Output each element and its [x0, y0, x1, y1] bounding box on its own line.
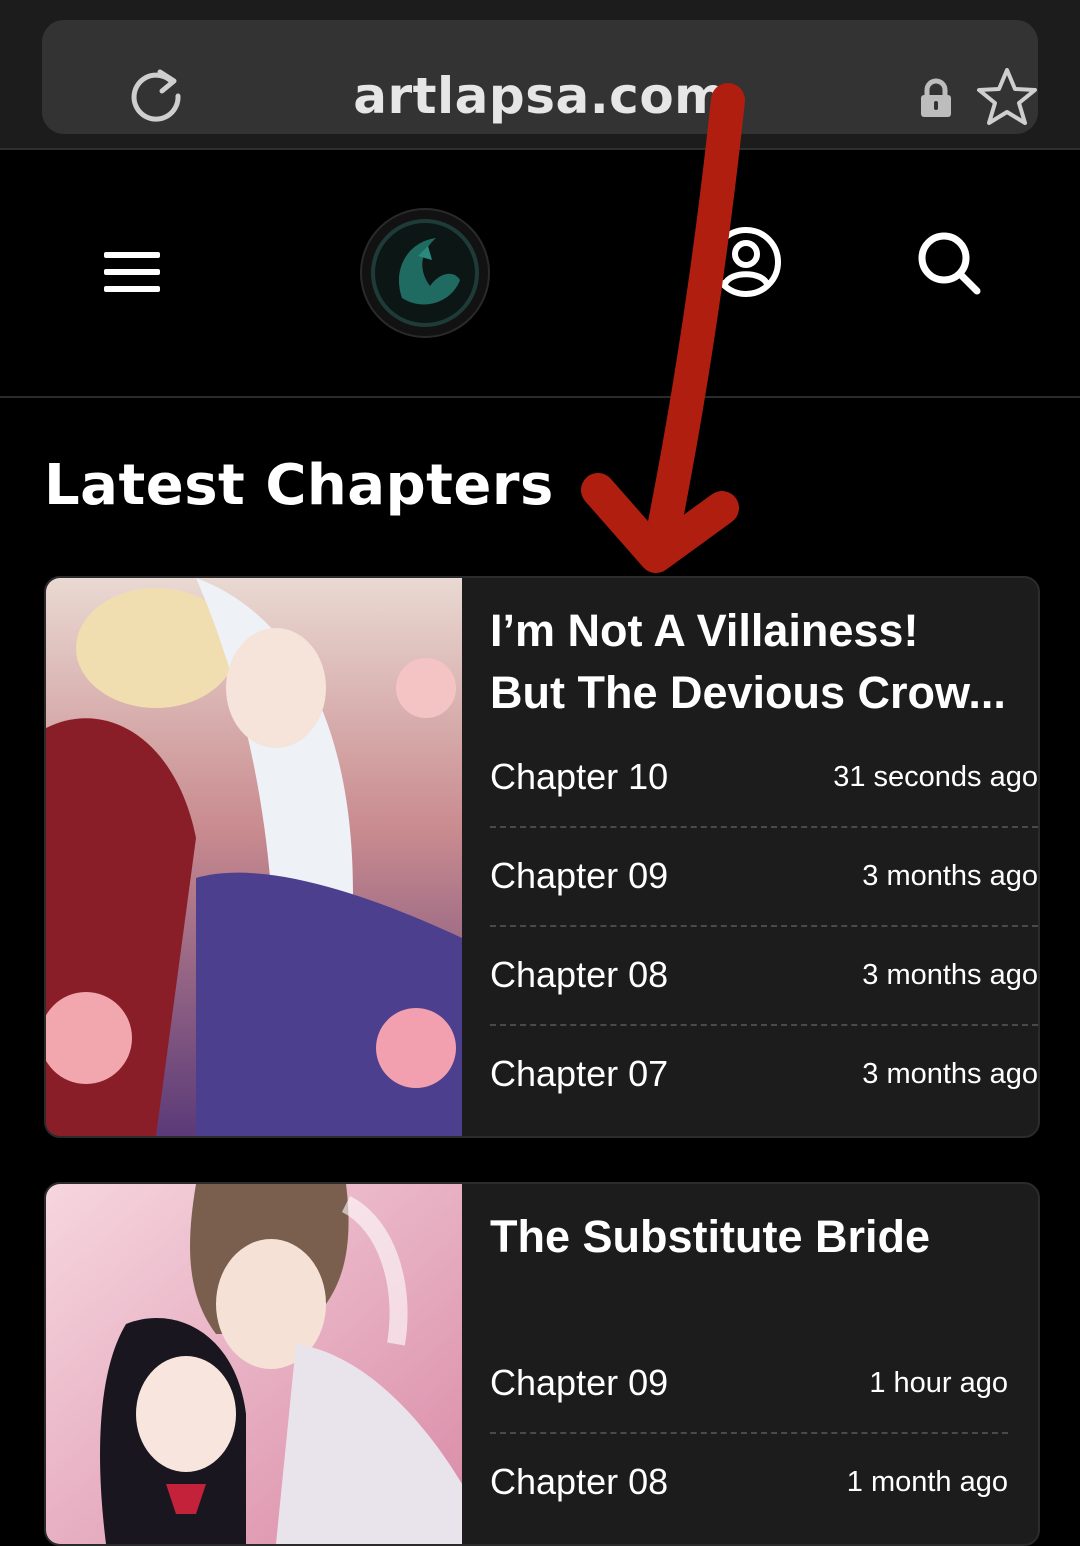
chapter-time: 31 seconds ago — [833, 760, 1038, 793]
chapter-name[interactable]: Chapter 07 — [490, 1053, 668, 1095]
chapter-row[interactable]: Chapter 10 31 seconds ago — [490, 728, 1038, 828]
chapter-time: 1 month ago — [846, 1465, 1008, 1498]
logo-emblem-icon — [371, 219, 479, 327]
chapter-name[interactable]: Chapter 10 — [490, 756, 668, 798]
search-icon[interactable] — [916, 230, 982, 296]
hamburger-menu-icon[interactable] — [104, 250, 160, 294]
series-title[interactable]: I’m Not A Villainess! But The Devious Cr… — [490, 600, 1034, 724]
user-account-icon[interactable] — [710, 226, 782, 298]
star-icon[interactable] — [976, 66, 1038, 128]
series-title-line-1: The Substitute Bride — [490, 1211, 931, 1262]
series-cover-image[interactable] — [46, 1184, 462, 1544]
chapter-name[interactable]: Chapter 08 — [490, 954, 668, 996]
series-card[interactable]: I’m Not A Villainess! But The Devious Cr… — [44, 576, 1040, 1138]
browser-toolbar: artlapsa.com — [0, 0, 1080, 150]
chapter-name[interactable]: Chapter 09 — [490, 1362, 668, 1404]
chapter-name[interactable]: Chapter 08 — [490, 1461, 668, 1503]
section-title: Latest Chapters — [44, 453, 554, 518]
chapter-row[interactable]: Chapter 09 3 months ago — [490, 827, 1038, 927]
url-text[interactable]: artlapsa.com — [42, 66, 1038, 126]
chapter-row[interactable]: Chapter 08 1 month ago — [490, 1433, 1008, 1531]
series-title-line-2: But The Devious Crow... — [490, 667, 1006, 718]
series-cover-image[interactable] — [46, 578, 462, 1136]
series-title[interactable]: The Substitute Bride — [490, 1206, 1034, 1268]
chapter-row[interactable]: Chapter 07 3 months ago — [490, 1025, 1038, 1123]
lock-icon[interactable] — [918, 78, 954, 118]
series-card[interactable]: The Substitute Bride Chapter 09 1 hour a… — [44, 1182, 1040, 1546]
site-header — [0, 150, 1080, 398]
chapter-time: 3 months ago — [862, 958, 1038, 991]
chapter-row[interactable]: Chapter 08 3 months ago — [490, 926, 1038, 1026]
chapter-row[interactable]: Chapter 09 1 hour ago — [490, 1334, 1008, 1434]
chapter-name[interactable]: Chapter 09 — [490, 855, 668, 897]
address-bar[interactable]: artlapsa.com — [42, 20, 1038, 134]
chapter-time: 1 hour ago — [869, 1366, 1008, 1399]
chapter-time: 3 months ago — [862, 1057, 1038, 1090]
site-logo[interactable] — [360, 208, 490, 338]
series-title-line-1: I’m Not A Villainess! — [490, 605, 919, 656]
chapter-time: 3 months ago — [862, 859, 1038, 892]
